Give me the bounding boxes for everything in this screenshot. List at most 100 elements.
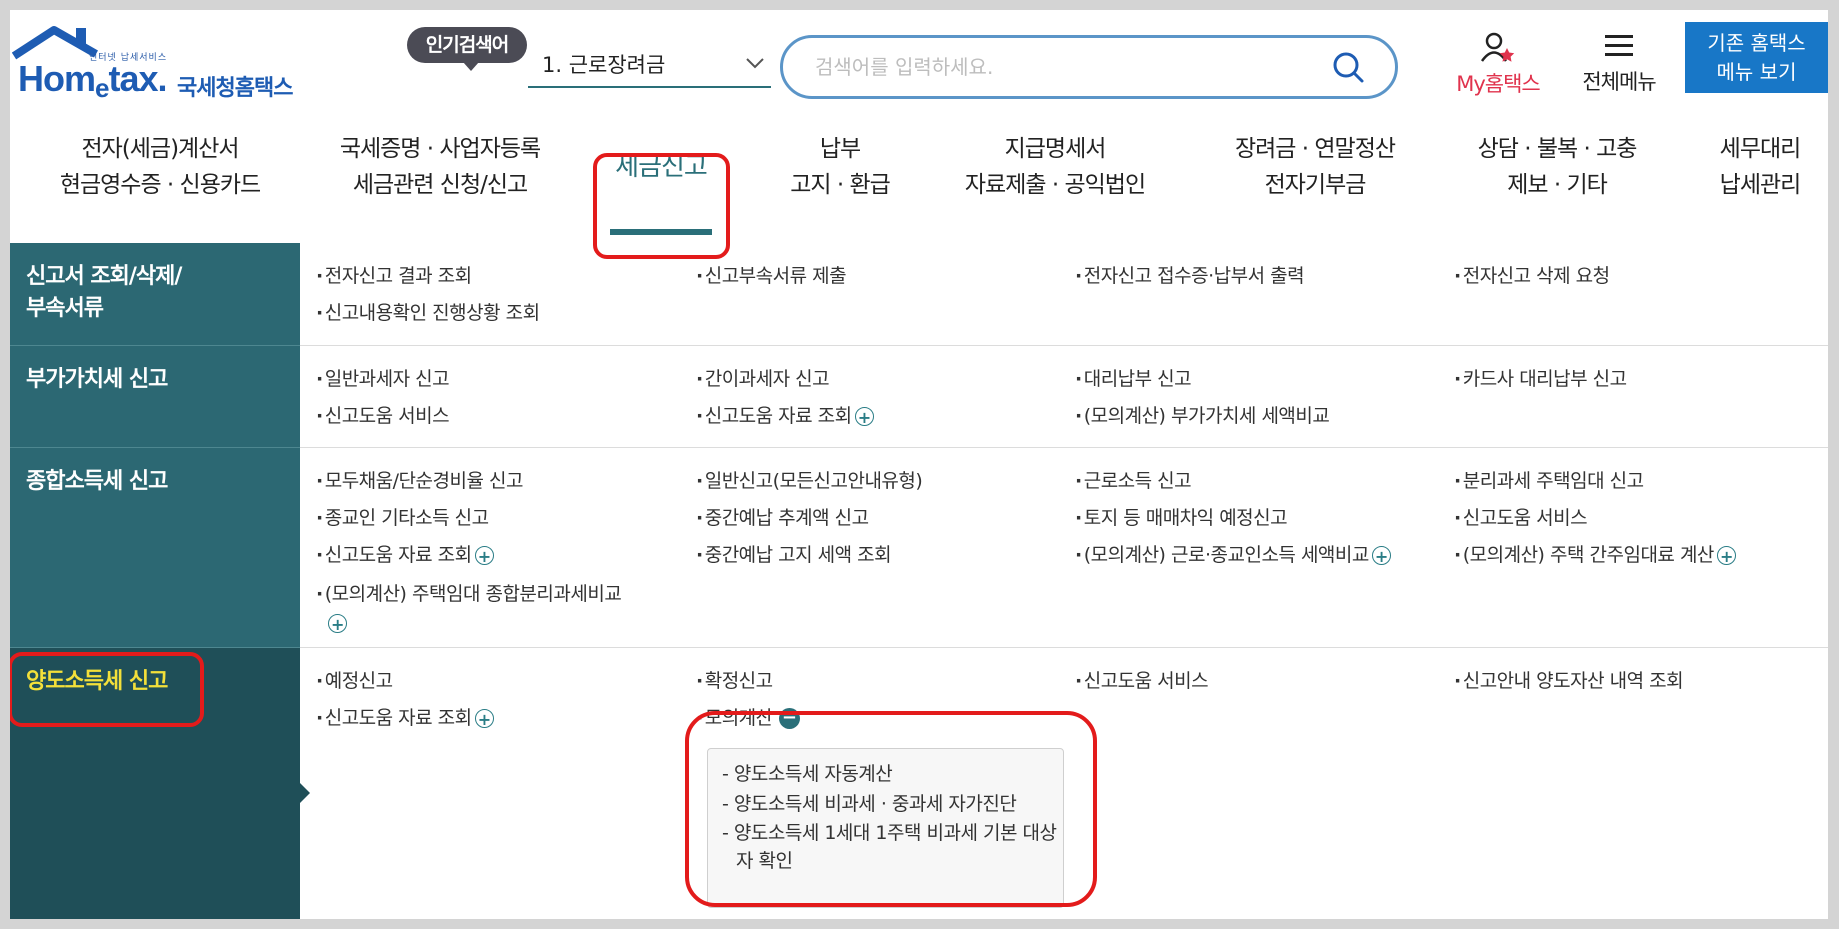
expand-plus-icon[interactable]: +: [854, 407, 874, 427]
sidebar-label: 신고서 조회/삭제/: [26, 264, 182, 289]
hometax-logo[interactable]: 인터넷 납세서비스 Hometax. 국세청홈택스: [12, 24, 322, 103]
bullet-dot: ·: [1075, 405, 1082, 427]
bullet-dot: ·: [696, 470, 703, 492]
hamburger-icon: [1605, 35, 1633, 56]
menu-link[interactable]: · 전자신고 삭제 요청: [1454, 261, 1610, 288]
menu-link[interactable]: · 신고안내 양도자산 내역 조회: [1454, 666, 1684, 693]
menu-link-label: 신고도움 서비스: [1462, 507, 1588, 529]
menu-link[interactable]: · 전자신고 결과 조회: [316, 261, 472, 288]
gnb-statements[interactable]: 지급명세서자료제출 · 공익법인: [945, 131, 1165, 203]
menu-link-label: 중간예납 고지 세액 조회: [704, 544, 892, 566]
menu-link[interactable]: · 신고도움 서비스: [1454, 503, 1588, 530]
highlight-box-mock-calc: [685, 711, 1097, 907]
gnb-tax-agent[interactable]: 세무대리 납세관리: [1700, 131, 1820, 203]
menu-link[interactable]: · 신고도움 자료 조회 +: [316, 703, 494, 730]
gnb-label: 전자(세금)계산서: [81, 136, 239, 162]
gnb-e-invoice[interactable]: 전자(세금)계산서 현금영수증 · 신용카드: [30, 131, 290, 203]
menu-link[interactable]: · 신고도움 서비스: [316, 401, 450, 428]
mega-sidebar: 신고서 조회/삭제/부속서류 부가가치세 신고 종합소득세 신고 양도소득세 신…: [10, 243, 300, 919]
menu-link[interactable]: · 신고부속서류 제출: [696, 261, 847, 288]
bullet-dot: ·: [316, 544, 323, 566]
bullet-dot: ·: [316, 302, 323, 324]
menu-link[interactable]: · (모의계산) 부가가치세 세액비교: [1075, 401, 1330, 428]
menu-link-label: 신고도움 서비스: [324, 405, 450, 427]
bullet-dot: ·: [316, 583, 323, 605]
gnb-consultation[interactable]: 상담 · 불복 · 고충 제보 · 기타: [1447, 131, 1667, 203]
menu-link[interactable]: · 신고내용확인 진행상황 조회: [316, 298, 540, 325]
menu-link-label: 대리납부 신고: [1083, 368, 1192, 390]
gnb-incentives[interactable]: 장려금 · 연말정산 전자기부금: [1205, 131, 1425, 203]
logo-wordmark-a: Hom: [18, 58, 96, 99]
my-hometax-button[interactable]: My홈택스: [1448, 32, 1548, 98]
menu-link[interactable]: · 대리납부 신고: [1075, 364, 1192, 391]
menu-link-label: (모의계산) 주택임대 종합분리과세비교: [324, 583, 622, 605]
menu-link[interactable]: · 카드사 대리납부 신고: [1454, 364, 1627, 391]
menu-link[interactable]: · (모의계산) 근로·종교인소득 세액비교 +: [1075, 540, 1391, 567]
menu-link-label: 일반신고(모든신고안내유형): [704, 470, 923, 492]
menu-link[interactable]: · (모의계산) 주택임대 종합분리과세비교: [316, 579, 622, 606]
gnb-label: 자료제출 · 공익법인: [964, 172, 1146, 198]
menu-link[interactable]: · 신고도움 서비스: [1075, 666, 1209, 693]
menu-link-label: 분리과세 주택임대 신고: [1462, 470, 1644, 492]
bullet-dot: ·: [696, 368, 703, 390]
gnb-label: 납부: [819, 136, 861, 162]
expand-plus-icon[interactable]: +: [474, 709, 494, 729]
sidebar-item-income-tax[interactable]: 종합소득세 신고: [10, 448, 300, 648]
gnb-label: 세무대리: [1719, 136, 1802, 162]
bullet-dot: ·: [696, 405, 703, 427]
highlight-box-capital-gains: [10, 652, 204, 727]
all-menu-button[interactable]: 전체메뉴: [1573, 32, 1665, 96]
search-icon[interactable]: [1331, 50, 1365, 84]
menu-link-label: 중간예납 추계액 신고: [704, 507, 869, 529]
sidebar-item-vat[interactable]: 부가가치세 신고: [10, 346, 300, 448]
bullet-dot: ·: [1075, 507, 1082, 529]
expand-plus-icon[interactable]: +: [474, 546, 494, 566]
menu-link-label: 일반과세자 신고: [324, 368, 450, 390]
menu-link[interactable]: · 일반신고(모든신고안내유형): [696, 466, 923, 493]
menu-link[interactable]: · 신고도움 자료 조회 +: [316, 540, 494, 567]
menu-link[interactable]: · 분리과세 주택임대 신고: [1454, 466, 1644, 493]
expand-plus-icon[interactable]: +: [1371, 546, 1391, 566]
user-icon: [1480, 32, 1515, 62]
bullet-dot: ·: [696, 670, 703, 692]
menu-link[interactable]: · 일반과세자 신고: [316, 364, 450, 391]
sidebar-item-report-inquiry[interactable]: 신고서 조회/삭제/부속서류: [10, 243, 300, 346]
gnb-label: 지급명세서: [1004, 136, 1107, 162]
menu-link[interactable]: · 토지 등 매매차익 예정신고: [1075, 503, 1288, 530]
bullet-dot: ·: [316, 707, 323, 729]
bullet-dot: ·: [1075, 470, 1082, 492]
gnb-label: 전자기부금: [1264, 172, 1367, 198]
expand-plus-icon[interactable]: +: [1716, 546, 1736, 566]
menu-link-label: 신고부속서류 제출: [704, 265, 847, 287]
menu-link[interactable]: · 중간예납 추계액 신고: [696, 503, 869, 530]
menu-link[interactable]: · 전자신고 접수증·납부서 출력: [1075, 261, 1305, 288]
all-menu-label: 전체메뉴: [1582, 70, 1656, 94]
old-hometax-menu-button[interactable]: 기존 홈택스 메뉴 보기: [1685, 22, 1828, 93]
menu-link[interactable]: · 간이과세자 신고: [696, 364, 830, 391]
bullet-dot: ·: [1075, 265, 1082, 287]
bullet-dot: ·: [696, 544, 703, 566]
menu-link[interactable]: · 중간예납 고지 세액 조회: [696, 540, 892, 567]
gnb-payment[interactable]: 납부 고지 · 환급: [765, 131, 915, 203]
menu-link[interactable]: · 신고도움 자료 조회 +: [696, 401, 874, 428]
menu-link[interactable]: · 종교인 기타소득 신고: [316, 503, 489, 530]
gnb-certificates[interactable]: 국세증명 · 사업자등록 세금관련 신청/신고: [320, 131, 560, 203]
menu-link[interactable]: · (모의계산) 주택 간주임대료 계산 +: [1454, 540, 1736, 567]
menu-link[interactable]: · 예정신고: [316, 666, 393, 693]
mega-content: · 전자신고 결과 조회 · 신고부속서류 제출 · 전자신고 접수증·납부서 출력 …: [300, 243, 1828, 919]
menu-link[interactable]: · 모두채움/단순경비율 신고: [316, 466, 523, 493]
search-box: [780, 35, 1398, 99]
expand-plus-icon[interactable]: +: [328, 614, 347, 634]
bullet-dot: ·: [316, 405, 323, 427]
menu-link[interactable]: +: [328, 612, 347, 634]
sidebar-label: 부가가치세 신고: [26, 367, 168, 392]
menu-link[interactable]: · 확정신고: [696, 666, 773, 693]
menu-link-label: (모의계산) 부가가치세 세액비교: [1083, 405, 1330, 427]
gnb-label: 제보 · 기타: [1507, 172, 1608, 198]
mega-menu: 신고서 조회/삭제/부속서류 부가가치세 신고 종합소득세 신고 양도소득세 신…: [10, 243, 1828, 919]
popular-keyword-select[interactable]: 1. 근로장려금: [528, 42, 771, 88]
menu-link[interactable]: · 근로소득 신고: [1075, 466, 1192, 493]
search-input[interactable]: [813, 54, 1331, 80]
menu-link-label: 종교인 기타소득 신고: [324, 507, 489, 529]
menu-link-label: 카드사 대리납부 신고: [1462, 368, 1627, 390]
